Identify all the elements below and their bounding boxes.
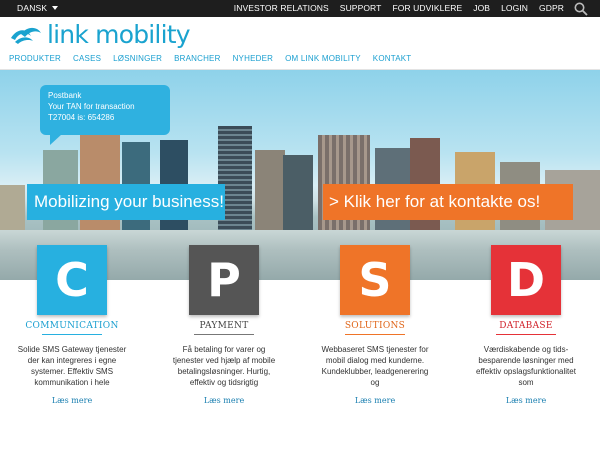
- sms-bubble: Postbank Your TAN for transaction T27004…: [40, 85, 170, 145]
- bubble-line: T27004 is: 654286: [48, 113, 115, 122]
- mobilizing-banner[interactable]: Mobilizing your business!: [27, 184, 225, 220]
- nav-item-contact[interactable]: KONTAKT: [373, 54, 412, 63]
- card-divider: [194, 334, 254, 335]
- card-description: Få betaling for varer og tjenester ved h…: [172, 345, 276, 387]
- bubble-sender: Postbank: [48, 91, 82, 100]
- utility-links: INVESTOR RELATIONS SUPPORT FOR UDVIKLERE…: [234, 3, 564, 13]
- contact-us-banner[interactable]: > Klik her for at kontakte os!: [323, 184, 573, 220]
- card-description: Webbaseret SMS tjenester for mobil dialo…: [321, 345, 429, 387]
- database-tile[interactable]: D: [491, 245, 561, 315]
- logo-text: link mobility: [47, 20, 191, 49]
- language-selector[interactable]: DANSK: [17, 3, 59, 13]
- card-description: Værdiskabende og tids-besparende løsning…: [476, 345, 576, 387]
- communication-tile[interactable]: C: [37, 245, 107, 315]
- link-investor-relations[interactable]: INVESTOR RELATIONS: [234, 3, 329, 13]
- card-divider: [42, 334, 102, 335]
- link-login[interactable]: LOGIN: [501, 3, 528, 13]
- card-description: Solide SMS Gateway tjenester der kan int…: [17, 345, 127, 387]
- nav-item-cases[interactable]: CASES: [73, 54, 101, 63]
- nav-item-solutions[interactable]: LØSNINGER: [113, 54, 162, 63]
- link-job[interactable]: JOB: [473, 3, 490, 13]
- card-title[interactable]: SOLUTIONS: [315, 321, 435, 331]
- nav-item-about[interactable]: OM LINK MOBILITY: [285, 54, 361, 63]
- card-title[interactable]: PAYMENT: [164, 321, 284, 331]
- bubble-line: Your TAN for transaction: [48, 102, 135, 111]
- nav-item-products[interactable]: PRODUKTER: [9, 54, 61, 63]
- chevron-down-icon: [52, 6, 59, 10]
- card-divider: [345, 334, 405, 335]
- main-nav: PRODUKTER CASES LØSNINGER BRANCHER NYHED…: [9, 54, 411, 63]
- nav-item-news[interactable]: NYHEDER: [233, 54, 274, 63]
- read-more-link[interactable]: Læs mere: [164, 396, 284, 405]
- solutions-tile[interactable]: S: [340, 245, 410, 315]
- card-title[interactable]: DATABASE: [466, 321, 586, 331]
- card-title[interactable]: COMMUNICATION: [12, 321, 132, 331]
- read-more-link[interactable]: Læs mere: [466, 396, 586, 405]
- search-icon[interactable]: [574, 2, 588, 16]
- link-developers[interactable]: FOR UDVIKLERE: [392, 3, 462, 13]
- link-logo-icon: [11, 27, 41, 44]
- language-label: DANSK: [17, 3, 48, 13]
- payment-tile[interactable]: P: [189, 245, 259, 315]
- read-more-link[interactable]: Læs mere: [315, 396, 435, 405]
- nav-item-industries[interactable]: BRANCHER: [174, 54, 221, 63]
- top-bar: DANSK INVESTOR RELATIONS SUPPORT FOR UDV…: [0, 0, 600, 17]
- card-divider: [496, 334, 556, 335]
- logo[interactable]: link mobility: [9, 20, 191, 49]
- read-more-link[interactable]: Læs mere: [12, 396, 132, 405]
- link-gdpr[interactable]: GDPR: [539, 3, 564, 13]
- link-support[interactable]: SUPPORT: [340, 3, 382, 13]
